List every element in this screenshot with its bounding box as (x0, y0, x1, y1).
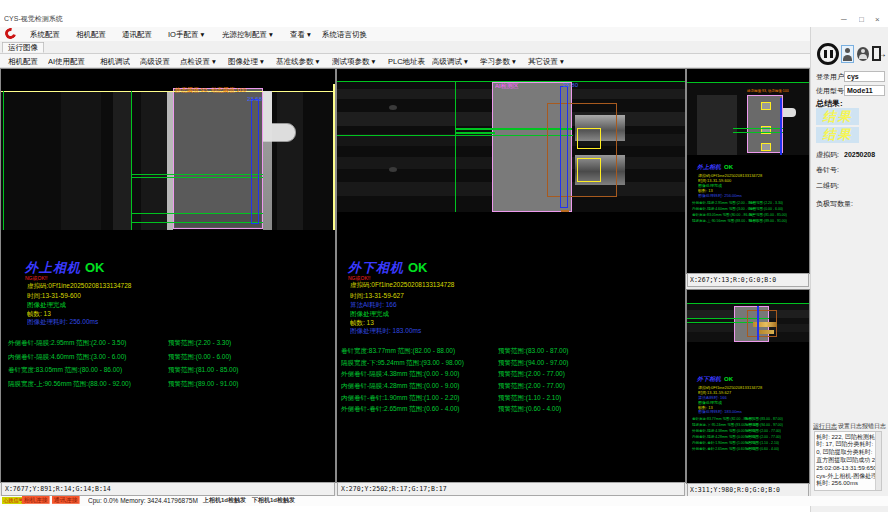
left-row-measure: 外侧卷针-隔膜:2.95mm 范围:(2.00 - 3.50) (8, 339, 126, 346)
bottom-status-bar: 心跳信号 相机连接 通讯连接 Cpu: 0.0% Memory: 3424.41… (0, 496, 888, 506)
mini-view-top[interactable]: 静态阈值:93, 动态阈值:100 外上相机 OK 虚拟码:0Ff1ine202… (687, 69, 809, 273)
qr-label: 二维码: (816, 182, 839, 190)
toolbar-baseline-params[interactable]: 基准线参数 ▾ (276, 57, 319, 65)
toolbar-learning-params[interactable]: 学习参数 ▾ (480, 57, 516, 65)
center-blue-value: 23.80 (563, 82, 578, 89)
toolbar-camera-config[interactable]: 相机配置 (8, 57, 38, 65)
menu-item-view[interactable]: 查看 ▾ (290, 30, 311, 38)
user2-button[interactable] (857, 47, 869, 61)
sidebar: → 登录用户: cys 使用型号: Mode11 总结果: 结果 结果 虚拟码:… (810, 27, 888, 512)
center-line-time: 时间:13-31-59-627 (350, 292, 404, 299)
center-row-warn: 预警范围:(83.00 - 87.00) (498, 347, 568, 354)
toolbar-image-process[interactable]: 图像处理 ▾ (228, 57, 264, 65)
user2-icon (861, 49, 865, 53)
center-line-elapsed: 图像处理耗时: 183.00ms (350, 327, 421, 334)
toolbar-advanced-settings[interactable]: 高级设置 (140, 57, 170, 65)
center-camera-ok: OK (408, 260, 428, 275)
center-cursor-bar: X:270;Y:2502;R:17;G:17;B:17 (337, 482, 685, 496)
center-line-code: 虚拟码:0Ff1ine20250208133134728 (350, 281, 454, 288)
left-blue-value: 23.68 (247, 96, 262, 103)
center-yellow-rect-1 (577, 128, 601, 149)
total-result-label: 总结果: (816, 99, 843, 108)
toolbar-other-settings[interactable]: 其它设置 ▾ (528, 57, 564, 65)
minimize-button[interactable]: ─ (841, 15, 847, 24)
left-threshold-label: 静态阈值:93, 动态阈值:100 (175, 87, 246, 94)
login-label: 登录用户: (816, 73, 846, 81)
menu-item-language[interactable]: 系统语言切换 (322, 30, 367, 38)
mini-bottom-cursor-bar: X:311;Y:980;R:0;G:0;B:0 (687, 483, 809, 497)
log-box[interactable]: 耗时: 222, 凹陷检测耗时: 17, 凹陷分类耗时: 0, 凹陷提取分类耗时… (814, 431, 882, 491)
title-bar: CYS-视觉检测系统 ─ □ × (0, 14, 888, 27)
toolbar-ai-config[interactable]: AI使用配置 (48, 57, 85, 65)
model-label: 使用型号: (816, 87, 846, 95)
left-row-warn: 预警范围:(2.20 - 3.30) (168, 339, 231, 346)
toolbar: 相机配置 AI使用配置 相机调试 高级设置 点检设置 ▾ 图像处理 ▾ 基准线参… (0, 54, 810, 68)
center-line-frames: 帧数: 13 (350, 319, 374, 326)
toolbar-plc-table[interactable]: PLC地址表 (388, 57, 425, 65)
center-brown-rect (547, 103, 617, 197)
left-line-done: 图像处理完成 (27, 301, 66, 308)
mini-top-cursor-bar: X:267;Y:13;R:0;G:0;B:0 (687, 273, 809, 287)
user-icon (845, 48, 850, 53)
left-line-code: 虚拟码:0Ff1ine20250208133134728 (27, 282, 131, 289)
tab-run-image[interactable]: 运行图像 (2, 42, 44, 53)
neg-count-label: 负极写数量: (816, 200, 853, 208)
center-camera-view[interactable]: AI检测区 23.80 外下相机 OK NG或OK!! 虚拟码:0Ff1ine2… (337, 69, 685, 482)
app-logo-icon (3, 26, 18, 41)
log-text: 耗时: 222, 凹陷检测耗时: 17, 凹陷分类耗时: 0, 凹陷提取分类耗时… (815, 432, 879, 487)
center-sub-note: NG或OK!! (348, 275, 371, 281)
exit-button[interactable]: → (872, 46, 886, 62)
log-tab-error[interactable]: 报错日志 (862, 423, 886, 430)
menu-item-comm-config[interactable]: 通讯配置 (122, 30, 152, 38)
close-button[interactable]: × (875, 15, 880, 24)
virtual-code-value: 20250208 (844, 151, 875, 159)
model-input[interactable]: Mode11 (844, 85, 885, 96)
toolbar-spot-check[interactable]: 点检设置 ▾ (180, 57, 216, 65)
needle-label: 卷针号: (816, 166, 839, 174)
center-blue-rect (560, 86, 568, 208)
cpu-memory-text: Cpu: 0.0% Memory: 3424.41796875M (88, 497, 198, 504)
toolbar-advanced-debug[interactable]: 高级调试 ▾ (432, 57, 468, 65)
toolbar-test-params[interactable]: 测试项参数 ▾ (332, 57, 375, 65)
comm-status-badge: 通讯连接 (52, 496, 80, 504)
camera-status-badge: 相机连接 (22, 496, 50, 504)
log-tab-run[interactable]: 运行日志 (813, 423, 837, 430)
center-line-ai-time: 算法AI耗时: 166 (350, 301, 397, 308)
trigger-down-text: 下相机1d检触发 (252, 497, 295, 504)
left-line-time: 时间:13-31-59-600 (27, 292, 81, 299)
menu-bar: 系统配置 相机配置 通讯配置 IO手配置 ▾ 光源控制配置 ▾ 查看 ▾ 系统语… (0, 27, 810, 41)
login-input[interactable]: cys (844, 71, 885, 82)
toolbar-camera-debug[interactable]: 相机调试 (100, 57, 130, 65)
left-cursor-bar: X:7677;Y:891;R:14;G:14;B:14 (1, 482, 335, 496)
tab-row: 运行图像 (0, 41, 810, 54)
result-box-2: 结果 (816, 127, 859, 143)
center-yellow-rect-2 (577, 158, 601, 182)
left-line-elapsed: 图像处理耗时: 256.00ms (27, 318, 98, 325)
mini-view-bottom[interactable]: 外下相机 OK 虚拟码:0Ff1ine20250208133134728 时间:… (687, 290, 809, 483)
left-yellow-hline (1, 91, 335, 92)
left-sub-note: NG或OK!! (25, 275, 48, 281)
center-row-measure: 卷针宽度:83.77mm 范围:(82.00 - 88.00) (341, 347, 455, 354)
left-blue-rect (251, 99, 259, 224)
menu-item-light-config[interactable]: 光源控制配置 ▾ (222, 30, 273, 38)
trigger-up-text: 上相机1d检触发 (203, 497, 246, 504)
user-button[interactable] (841, 45, 854, 63)
center-line-done: 图像处理完成 (350, 310, 389, 317)
log-tab-settings[interactable]: 设置日志 (838, 423, 862, 430)
left-roi-rect (173, 88, 263, 229)
window-title: CYS-视觉检测系统 (4, 15, 63, 23)
result-box-1: 结果 (816, 108, 859, 125)
left-camera-ok: OK (85, 260, 105, 275)
center-ai-label: AI检测区 (495, 83, 519, 90)
left-camera-view[interactable]: 静态阈值:93, 动态阈值:100 23.68 外上相机 OK NG或OK!! … (1, 69, 335, 482)
virtual-code-label: 虚拟码: (816, 151, 839, 159)
menu-item-camera-config[interactable]: 相机配置 (76, 30, 106, 38)
log-scrollbar[interactable] (875, 432, 881, 490)
pause-button[interactable] (817, 43, 839, 65)
menu-item-io-config[interactable]: IO手配置 ▾ (168, 30, 204, 38)
app-window: CYS-视觉检测系统 ─ □ × 系统配置 相机配置 通讯配置 IO手配置 ▾ … (0, 0, 888, 522)
maximize-button[interactable]: □ (859, 15, 864, 24)
menu-item-system-config[interactable]: 系统配置 (30, 30, 60, 38)
left-line-frames: 帧数: 13 (27, 310, 51, 317)
